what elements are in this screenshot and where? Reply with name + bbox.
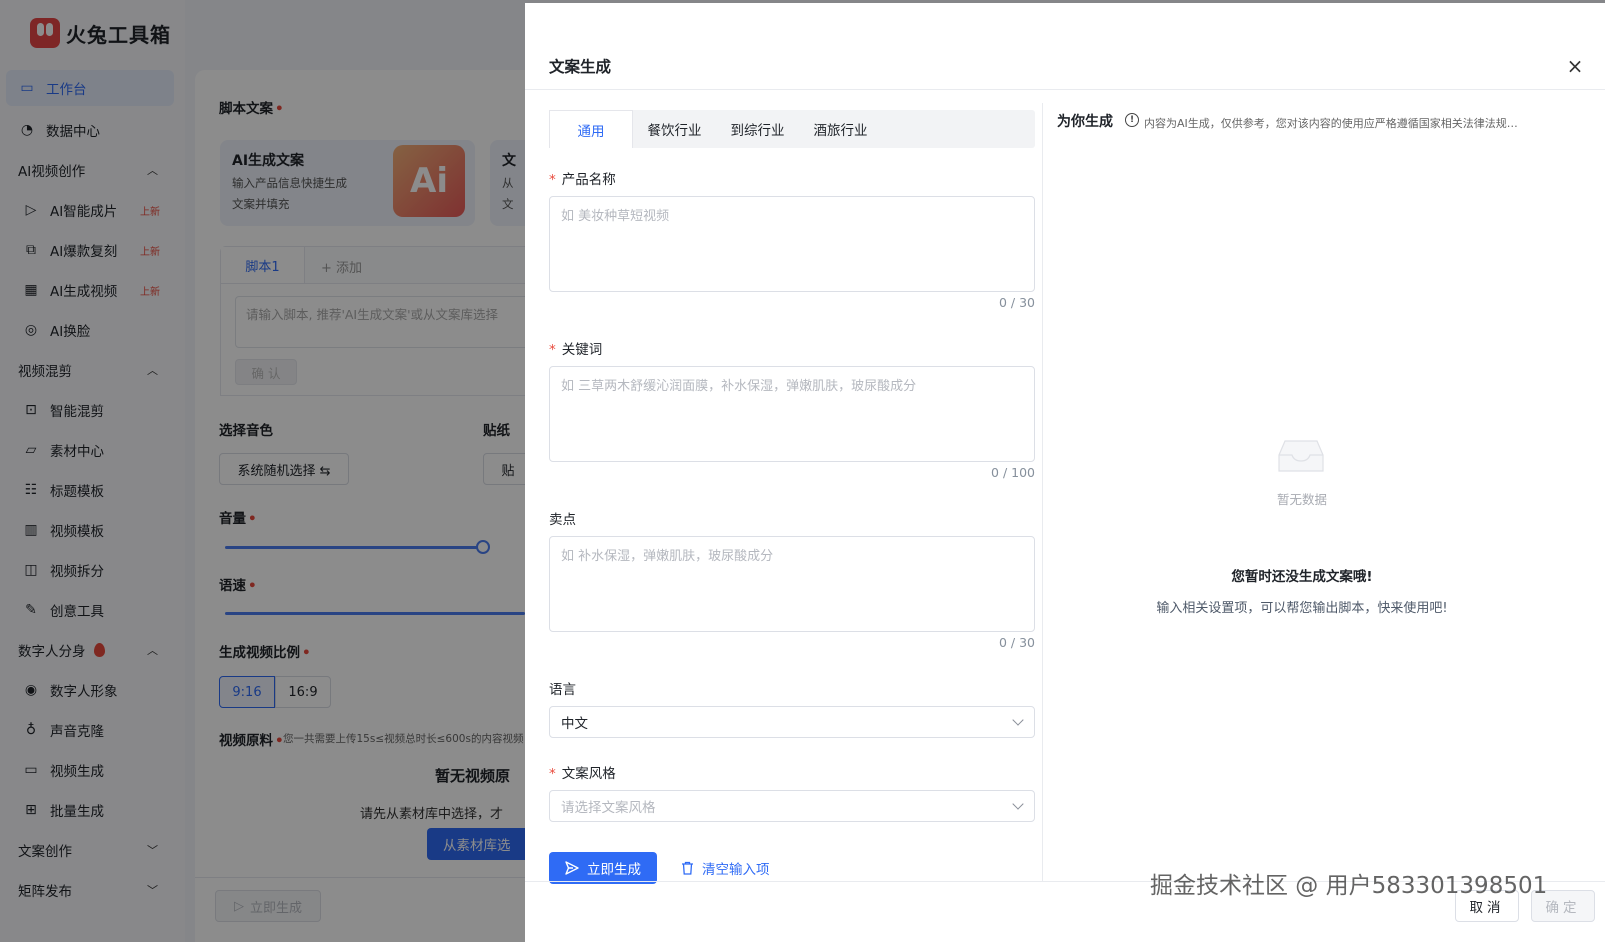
industry-tabs: 通用 餐饮行业 到综行业 酒旅行业: [549, 110, 1035, 148]
empty-inbox-icon: [1278, 440, 1324, 472]
trash-icon: [682, 861, 693, 875]
watermark: 掘金技术社区 @ 用户583301398501: [1150, 873, 1548, 899]
generate-button[interactable]: 立即生成: [549, 852, 657, 884]
drawer-title: 文案生成: [549, 58, 612, 76]
selling-point-label: 卖点: [549, 512, 576, 528]
clear-label: 清空输入项: [702, 862, 770, 878]
no-data-text: 暂无数据: [1276, 492, 1327, 507]
selling-point-counter: 0 / 30: [998, 635, 1035, 650]
clear-inputs-button[interactable]: 清空输入项: [681, 852, 770, 884]
language-label: 语言: [549, 682, 576, 698]
empty-result-sub: 输入相关设置项，可以帮您输出脚本，快来使用吧!: [1156, 601, 1448, 616]
product-name-label: * 产品名称: [549, 172, 616, 188]
chevron-down-icon: [1012, 798, 1024, 810]
selling-point-input[interactable]: 如 补水保湿，弹嫩肌肤，玻尿酸成分: [549, 536, 1035, 632]
tab-catering[interactable]: 餐饮行业: [633, 110, 716, 148]
copy-generation-drawer: 文案生成 × 通用 餐饮行业 到综行业 酒旅行业 * 产品名称 如 美妆种草短视频…: [525, 3, 1605, 942]
divider: [525, 89, 1605, 90]
chevron-down-icon: [1012, 714, 1024, 726]
language-select[interactable]: 中文: [549, 706, 1035, 738]
tab-general[interactable]: 通用: [549, 110, 633, 148]
keywords-counter: 0 / 100: [991, 465, 1035, 480]
info-icon: !: [1125, 113, 1139, 127]
product-name-input[interactable]: 如 美妆种草短视频: [549, 196, 1035, 292]
empty-result-title: 您暂时还没生成文案哦!: [1231, 569, 1373, 585]
tab-hotel-travel[interactable]: 酒旅行业: [799, 110, 882, 148]
keywords-label: * 关键词: [549, 342, 603, 358]
product-name-counter: 0 / 30: [998, 295, 1035, 310]
keywords-input[interactable]: 如 三草两木舒缓沁润面膜，补水保湿，弹嫩肌肤，玻尿酸成分: [549, 366, 1035, 462]
style-select[interactable]: 请选择文案风格: [549, 790, 1035, 822]
style-label: * 文案风格: [549, 766, 616, 782]
language-value: 中文: [561, 716, 588, 732]
tab-local-services[interactable]: 到综行业: [716, 110, 799, 148]
result-title: 为你生成: [1057, 114, 1113, 130]
result-disclaimer: 内容为AI生成，仅供参考，您对该内容的使用应严格遵循国家相关法律法规…: [1144, 117, 1518, 130]
send-icon: [565, 861, 579, 875]
style-placeholder: 请选择文案风格: [561, 800, 656, 816]
vertical-divider: [1042, 103, 1043, 881]
generate-label: 立即生成: [587, 862, 641, 878]
close-icon[interactable]: ×: [1565, 56, 1585, 77]
